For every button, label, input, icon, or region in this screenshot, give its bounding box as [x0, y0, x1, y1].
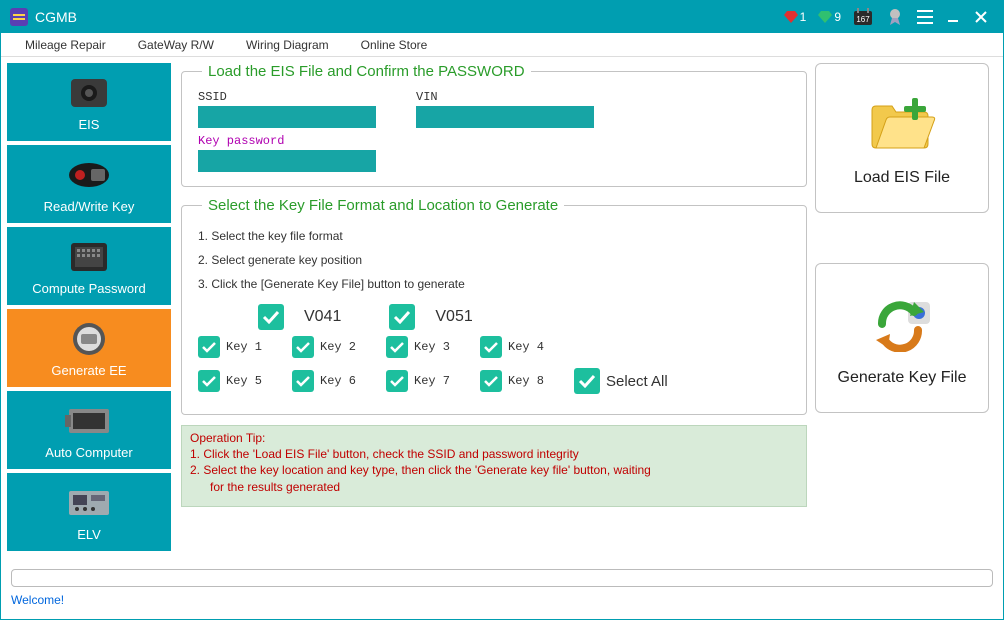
hamburger-menu-icon[interactable]: [915, 7, 935, 27]
vin-value: [416, 106, 594, 128]
sidebar: EIS Read/Write Key Compute Password Gene…: [7, 63, 171, 559]
menubar: Mileage Repair GateWay R/W Wiring Diagra…: [1, 33, 1003, 57]
ssid-label: SSID: [198, 90, 376, 104]
key-5-label: Key 5: [226, 374, 262, 388]
sidebar-item-eis[interactable]: EIS: [7, 63, 171, 141]
checkbox-v051[interactable]: [389, 304, 415, 330]
menu-gateway-rw[interactable]: GateWay R/W: [122, 38, 230, 52]
vin-label: VIN: [416, 90, 594, 104]
key-2-label: Key 2: [320, 340, 356, 354]
checkbox-key-6[interactable]: [292, 370, 314, 392]
key-6-label: Key 6: [320, 374, 356, 388]
steps-list: 1. Select the key file format 2. Select …: [198, 224, 790, 296]
checkbox-v041[interactable]: [258, 304, 284, 330]
sidebar-item-generate-ee[interactable]: Generate EE: [7, 309, 171, 387]
sidebar-item-label: Auto Computer: [45, 445, 132, 460]
gem-green-counter: 9: [818, 10, 841, 24]
right-panel: Load EIS File Generate Key File: [807, 63, 997, 559]
tip-line: 1. Click the 'Load EIS File' button, che…: [190, 446, 798, 462]
close-button[interactable]: [971, 7, 991, 27]
gem-red-counter: 1: [784, 10, 807, 24]
checkbox-key-3[interactable]: [386, 336, 408, 358]
group-load-eis: Load the EIS File and Confirm the PASSWO…: [181, 63, 807, 187]
checkbox-select-all[interactable]: [574, 368, 600, 394]
folder-plus-icon: [862, 89, 942, 159]
generate-ee-icon: [65, 319, 113, 359]
key-3-label: Key 3: [414, 340, 450, 354]
content-area: Load the EIS File and Confirm the PASSWO…: [171, 63, 807, 559]
sidebar-item-label: Read/Write Key: [44, 199, 135, 214]
step-line: 2. Select generate key position: [198, 248, 790, 272]
format-v051-label: V051: [435, 308, 472, 326]
ssid-value: [198, 106, 376, 128]
key-7-label: Key 7: [414, 374, 450, 388]
sidebar-item-read-write-key[interactable]: Read/Write Key: [7, 145, 171, 223]
format-v041-label: V041: [304, 308, 341, 326]
checkbox-key-8[interactable]: [480, 370, 502, 392]
sidebar-item-label: EIS: [79, 117, 100, 132]
app-title: CGMB: [35, 9, 77, 25]
key-8-label: Key 8: [508, 374, 544, 388]
button-label: Load EIS File: [854, 169, 950, 187]
ecu-icon: [65, 401, 113, 441]
tip-header: Operation Tip:: [190, 430, 798, 446]
sidebar-item-label: Compute Password: [32, 281, 145, 296]
key-fob-icon: [65, 155, 113, 195]
minimize-button[interactable]: [943, 7, 963, 27]
statusbar: Welcome!: [1, 591, 1003, 610]
titlebar: CGMB 1 9 167: [1, 1, 1003, 33]
menu-mileage-repair[interactable]: Mileage Repair: [9, 38, 122, 52]
elv-board-icon: [65, 483, 113, 523]
group-select-key-format: Select the Key File Format and Location …: [181, 197, 807, 415]
checkbox-key-1[interactable]: [198, 336, 220, 358]
key-password-label: Key password: [198, 134, 376, 148]
operation-tip-box[interactable]: Operation Tip: 1. Click the 'Load EIS Fi…: [181, 425, 807, 507]
status-text: Welcome!: [11, 593, 64, 607]
checkbox-key-7[interactable]: [386, 370, 408, 392]
calendar-counter[interactable]: 167: [853, 8, 875, 26]
sidebar-item-label: Generate EE: [51, 363, 126, 378]
svg-text:167: 167: [856, 15, 870, 24]
group-legend: Select the Key File Format and Location …: [202, 197, 564, 214]
checkbox-key-2[interactable]: [292, 336, 314, 358]
sidebar-item-auto-computer[interactable]: Auto Computer: [7, 391, 171, 469]
menu-wiring-diagram[interactable]: Wiring Diagram: [230, 38, 345, 52]
sidebar-item-elv[interactable]: ELV: [7, 473, 171, 551]
checkbox-key-4[interactable]: [480, 336, 502, 358]
compute-icon: [65, 237, 113, 277]
checkbox-key-5[interactable]: [198, 370, 220, 392]
menu-online-store[interactable]: Online Store: [345, 38, 444, 52]
button-label: Generate Key File: [838, 369, 967, 387]
sidebar-item-label: ELV: [77, 527, 101, 542]
refresh-arrows-icon: [862, 289, 942, 359]
key-1-label: Key 1: [226, 340, 262, 354]
app-logo-icon: [9, 7, 29, 27]
bottombar: [1, 565, 1003, 591]
select-all-label: Select All: [606, 373, 668, 390]
key-4-label: Key 4: [508, 340, 544, 354]
key-password-value: [198, 150, 376, 172]
step-line: 1. Select the key file format: [198, 224, 790, 248]
eis-icon: [65, 73, 113, 113]
tip-line: for the results generated: [190, 479, 798, 495]
sidebar-item-compute-password[interactable]: Compute Password: [7, 227, 171, 305]
group-legend: Load the EIS File and Confirm the PASSWO…: [202, 63, 531, 80]
generate-key-file-button[interactable]: Generate Key File: [815, 263, 989, 413]
progress-bar: [11, 569, 993, 587]
tip-line: 2. Select the key location and key type,…: [190, 462, 798, 478]
step-line: 3. Click the [Generate Key File] button …: [198, 272, 790, 296]
medal-icon[interactable]: [887, 8, 905, 26]
load-eis-file-button[interactable]: Load EIS File: [815, 63, 989, 213]
